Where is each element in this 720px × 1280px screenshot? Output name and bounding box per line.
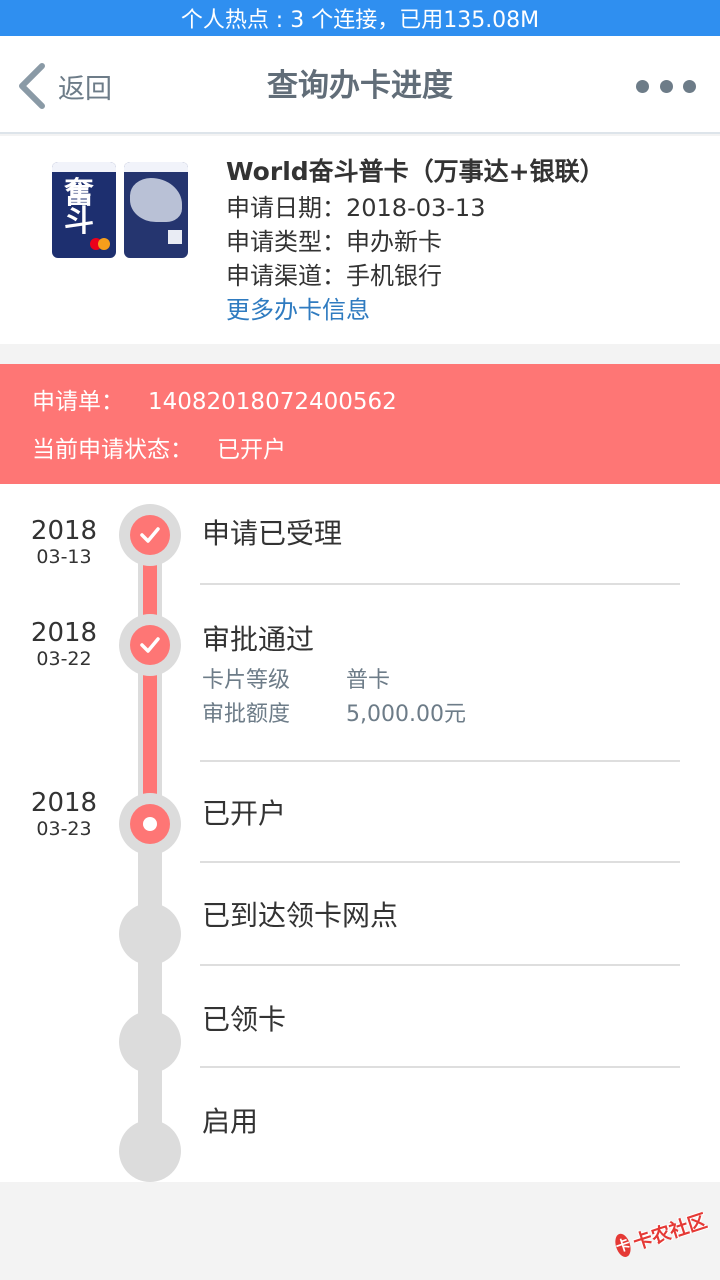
apply-type: 申请类型：申办新卡 (226, 228, 442, 256)
status-bar-text: 个人热点 : 3 个连接，已用135.08M (180, 8, 540, 33)
card-figure-graphic (130, 178, 182, 222)
application-number-label: 申请单： (32, 389, 124, 415)
detail-value: 普卡 (346, 668, 391, 693)
card-image-front: 奮斗 (52, 162, 116, 258)
detail-value: 5,000.00元 (346, 702, 466, 727)
step-title: 启用 (202, 1105, 259, 1138)
more-card-info-link[interactable]: 更多办卡信息 (226, 290, 370, 325)
apply-channel: 申请渠道：手机银行 (226, 262, 442, 290)
apply-date: 申请日期：2018-03-13 (226, 194, 486, 222)
step-title: 审批通过 (202, 623, 315, 656)
application-number: 申请单： 14082018072400562 (32, 382, 397, 416)
divider (200, 1066, 680, 1068)
card-image-back (124, 162, 188, 258)
step-year: 2018 (30, 516, 98, 546)
more-dot-icon (683, 79, 696, 93)
step-title: 已到达领卡网点 (202, 899, 399, 932)
mastercard-logo-icon (90, 238, 110, 250)
step-date: 2018 03-23 (16, 788, 112, 840)
step-node-pending (119, 903, 181, 965)
step-date: 2018 03-22 (16, 618, 112, 670)
card-info-section: 奮斗 World奋斗普卡（万事达+银联） 申请日期：2018-03-13 申请类… (0, 136, 720, 344)
step-month-day: 03-13 (36, 546, 92, 568)
step-title: 申请已受理 (202, 517, 343, 550)
step-year: 2018 (30, 788, 98, 818)
application-status-value: 已开户 (217, 437, 286, 463)
watermark-text: 卡农社区 (630, 1209, 710, 1254)
watermark-icon: 卡 (612, 1231, 634, 1259)
step-node-current (119, 793, 181, 855)
step-year: 2018 (30, 618, 98, 648)
divider (200, 760, 680, 762)
step-date: 2018 03-13 (16, 516, 112, 568)
step-title: 已领卡 (202, 1003, 287, 1036)
card-name: World奋斗普卡（万事达+银联） (226, 157, 605, 186)
divider (200, 861, 680, 863)
application-status: 当前申请状态： 已开户 (32, 430, 286, 464)
qr-code-icon (168, 230, 182, 244)
more-dot-icon (636, 79, 649, 93)
page-title: 查询办卡进度 (267, 68, 453, 104)
step-node-done (119, 504, 181, 566)
card-stripe (52, 162, 116, 172)
current-dot-icon (143, 817, 157, 831)
card-calligraphy-graphic: 奮斗 (64, 176, 94, 239)
card-stripe (124, 162, 188, 172)
check-icon (140, 527, 160, 543)
application-status-banner: 申请单： 14082018072400562 当前申请状态： 已开户 (0, 364, 720, 484)
divider (200, 964, 680, 966)
divider (200, 583, 680, 585)
nav-bar: 返回 查询办卡进度 (0, 36, 720, 134)
application-status-label: 当前申请状态： (32, 437, 193, 463)
step-node-pending (119, 1120, 181, 1182)
watermark-logo: 卡 卡农社区 (609, 1195, 714, 1272)
step-node-pending (119, 1011, 181, 1073)
progress-timeline: 2018 03-13 申请已受理 2018 03-22 审批通过 卡片等级 普卡… (0, 484, 720, 1182)
more-options-button[interactable] (636, 76, 696, 96)
step-node-done (119, 614, 181, 676)
detail-label: 审批额度 (202, 702, 291, 727)
step-month-day: 03-23 (36, 818, 92, 840)
step-month-day: 03-22 (36, 648, 92, 670)
status-bar: 个人热点 : 3 个连接，已用135.08M (0, 0, 720, 36)
detail-label: 卡片等级 (202, 668, 291, 693)
application-number-value: 14082018072400562 (148, 389, 397, 415)
more-dot-icon (659, 79, 673, 93)
check-icon (140, 637, 160, 653)
step-title: 已开户 (202, 797, 287, 830)
